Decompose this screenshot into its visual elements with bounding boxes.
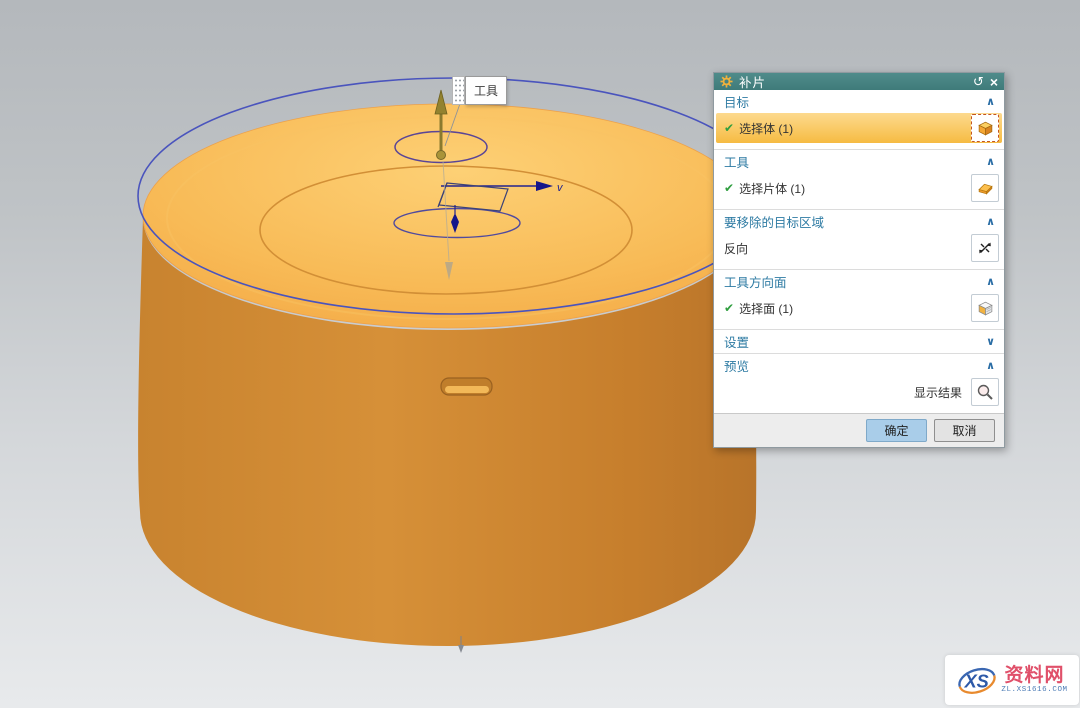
section-title: 设置: [724, 332, 986, 351]
section-settings-header[interactable]: 设置 ∨: [714, 330, 1004, 353]
section-tool-direction: 工具方向面 ∧ ✔ 选择面 (1): [714, 269, 1004, 329]
close-icon[interactable]: ×: [990, 75, 998, 89]
drag-tooltip: 工具: [452, 76, 507, 105]
section-remove-region-header[interactable]: 要移除的目标区域 ∧: [714, 210, 1004, 233]
show-result-label: 显示结果: [914, 384, 962, 401]
section-target: 目标 ∧ ✔ 选择体 (1): [714, 90, 1004, 149]
chevron-down-icon[interactable]: ∨: [986, 335, 995, 348]
section-settings: 设置 ∨: [714, 329, 1004, 353]
show-result-row: 显示结果: [714, 377, 1004, 407]
face-select-icon: [977, 300, 994, 317]
solid-body-icon-button[interactable]: [971, 114, 999, 142]
show-result-button[interactable]: [971, 378, 999, 406]
tooltip-label: 工具: [465, 76, 507, 105]
check-icon: ✔: [724, 181, 734, 195]
magnifier-icon: [976, 383, 994, 401]
chevron-up-icon[interactable]: ∧: [986, 95, 995, 108]
select-body-label: 选择体 (1): [739, 120, 793, 137]
select-sheet-label: 选择片体 (1): [739, 180, 805, 197]
solid-body-icon: [977, 120, 994, 137]
dialog-footer: 确定 取消: [714, 413, 1004, 447]
chevron-up-icon[interactable]: ∧: [986, 215, 995, 228]
section-tool-header[interactable]: 工具 ∧: [714, 150, 1004, 173]
chevron-up-icon[interactable]: ∧: [986, 275, 995, 288]
reverse-direction-icon: [977, 240, 993, 256]
application-window: v 工具: [0, 0, 1080, 708]
chevron-up-icon[interactable]: ∧: [986, 155, 995, 168]
gear-icon: [720, 75, 733, 88]
face-select-icon-button[interactable]: [971, 294, 999, 322]
check-icon: ✔: [724, 121, 734, 135]
cancel-button[interactable]: 取消: [934, 419, 995, 442]
section-title: 预览: [724, 356, 986, 375]
dialog-body: 目标 ∧ ✔ 选择体 (1) 工: [714, 90, 1004, 413]
section-target-header[interactable]: 目标 ∧: [714, 90, 1004, 113]
section-preview: 预览 ∧ 显示结果: [714, 353, 1004, 413]
section-title: 工具: [724, 152, 986, 171]
check-icon: ✔: [724, 301, 734, 315]
patch-dialog: 补片 ↺ × 目标 ∧ ✔ 选择体 (1): [713, 72, 1005, 448]
watermark-site-name: 资料网: [1004, 666, 1064, 685]
section-title: 要移除的目标区域: [724, 212, 986, 231]
xs-logo-text: XS: [964, 672, 989, 692]
select-sheet-row[interactable]: ✔ 选择片体 (1): [714, 173, 1004, 203]
section-title: 工具方向面: [724, 272, 986, 291]
section-remove-region: 要移除的目标区域 ∧ 反向: [714, 209, 1004, 269]
sheet-body-icon: [977, 180, 994, 197]
reverse-direction-row: 反向: [714, 233, 1004, 263]
tooltip-grip-dots-icon: [452, 76, 465, 105]
section-preview-header[interactable]: 预览 ∧: [714, 354, 1004, 377]
reverse-label: 反向: [724, 240, 748, 257]
section-tool: 工具 ∧ ✔ 选择片体 (1): [714, 149, 1004, 209]
front-slot: [441, 378, 492, 395]
reverse-direction-icon-button[interactable]: [971, 234, 999, 262]
reset-icon[interactable]: ↺: [973, 75, 984, 88]
select-face-label: 选择面 (1): [739, 300, 793, 317]
section-tool-direction-header[interactable]: 工具方向面 ∧: [714, 270, 1004, 293]
section-title: 目标: [724, 92, 986, 111]
select-body-row[interactable]: ✔ 选择体 (1): [716, 113, 1002, 143]
watermark: XS 资料网 ZL.XS1616.COM: [945, 655, 1079, 705]
dialog-titlebar[interactable]: 补片 ↺ ×: [714, 73, 1004, 90]
select-face-row[interactable]: ✔ 选择面 (1): [714, 293, 1004, 323]
watermark-domain: ZL.XS1616.COM: [1001, 687, 1067, 695]
dialog-title: 补片: [739, 72, 967, 91]
sheet-body-icon-button[interactable]: [971, 174, 999, 202]
xs-logo-icon: XS: [956, 660, 998, 700]
ok-button[interactable]: 确定: [866, 419, 927, 442]
chevron-up-icon[interactable]: ∧: [986, 359, 995, 372]
